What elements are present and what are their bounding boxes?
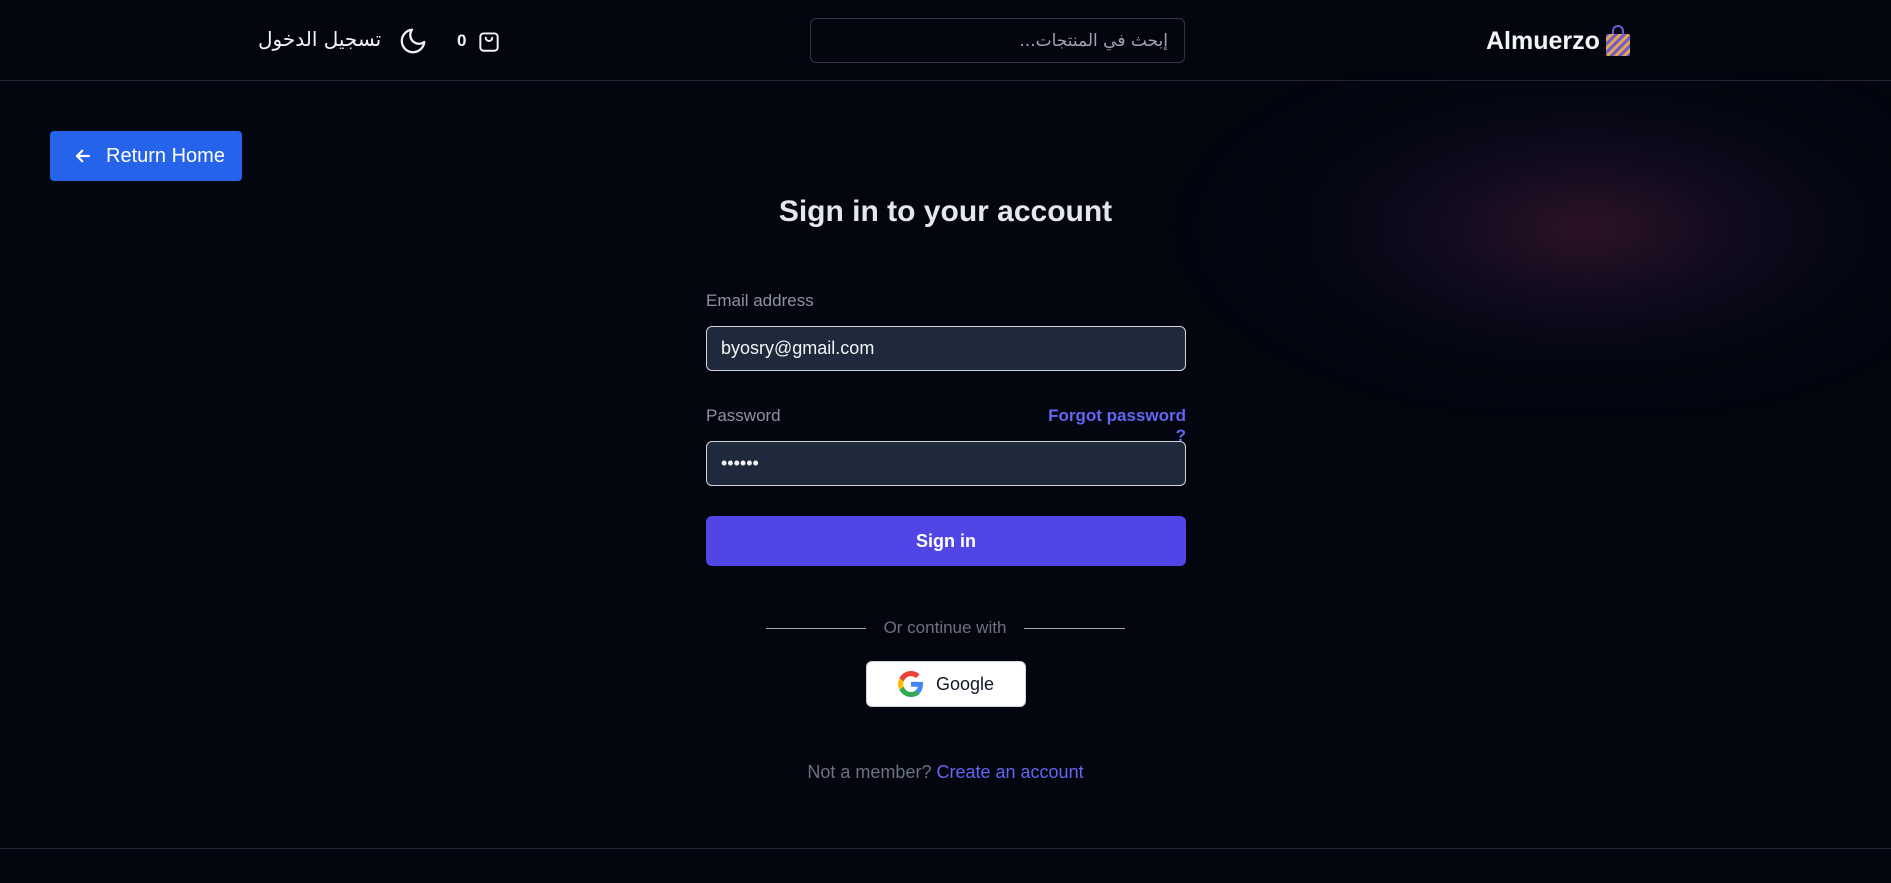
login-link[interactable]: تسجيل الدخول — [258, 27, 381, 51]
google-logo-icon — [897, 671, 923, 697]
password-field[interactable] — [706, 441, 1186, 486]
create-account-link[interactable]: Create an account — [936, 762, 1083, 782]
footer-divider — [0, 848, 1891, 849]
arrow-left-icon — [75, 149, 91, 163]
page-title: Sign in to your account — [778, 195, 1113, 228]
divider-line-right — [1024, 628, 1125, 629]
signup-prompt: Not a member? Create an account — [600, 762, 1291, 783]
moon-icon[interactable] — [398, 26, 428, 56]
google-label: Google — [935, 673, 995, 694]
cart-count: 0 — [457, 31, 467, 50]
cart-button[interactable]: 0 — [457, 27, 502, 55]
divider-line-left — [766, 628, 866, 629]
divider-text: Or continue with — [883, 618, 1007, 637]
forgot-password-link[interactable]: Forgot password ? — [1040, 406, 1186, 446]
email-field[interactable] — [706, 326, 1186, 371]
shopping-bag-cart-icon — [479, 32, 500, 52]
member-text: Not a member? — [807, 762, 932, 782]
top-navbar: Almuerzo 0 تسجيل الدخول — [0, 0, 1891, 81]
sign-in-button[interactable]: Sign in — [706, 516, 1186, 566]
return-home-label: Return Home — [106, 144, 225, 167]
search-input[interactable] — [810, 18, 1185, 63]
return-home-button[interactable]: Return Home — [50, 131, 242, 181]
shopping-bag-icon — [1605, 25, 1630, 56]
email-label: Email address — [706, 291, 814, 310]
password-label: Password — [706, 406, 781, 425]
brand-logo[interactable]: Almuerzo — [1486, 22, 1633, 60]
brand-name: Almuerzo — [1486, 26, 1600, 55]
background-glow — [1130, 80, 1890, 410]
google-sign-in-button[interactable]: Google — [866, 661, 1026, 707]
